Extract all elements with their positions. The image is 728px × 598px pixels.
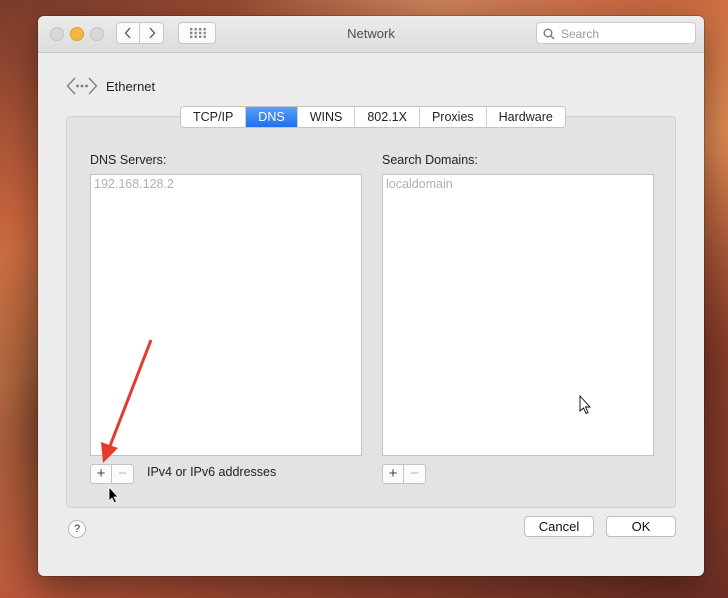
tab-bar: TCP/IP DNS WINS 802.1X Proxies Hardware	[180, 106, 566, 128]
tab-hardware[interactable]: Hardware	[486, 107, 565, 127]
title-bar: Network	[38, 16, 704, 53]
help-button[interactable]: ?	[68, 520, 86, 538]
list-item[interactable]: 192.168.128.2	[91, 175, 361, 193]
remove-dns-server-button[interactable]: −	[112, 464, 134, 484]
list-item[interactable]: localdomain	[383, 175, 653, 193]
tab-wins[interactable]: WINS	[297, 107, 356, 127]
search-icon	[543, 28, 555, 40]
tab-proxies[interactable]: Proxies	[419, 107, 487, 127]
tab-dns[interactable]: DNS	[246, 107, 298, 127]
search-field[interactable]	[536, 22, 696, 44]
cancel-button[interactable]: Cancel	[524, 516, 594, 537]
remove-search-domain-button[interactable]: −	[404, 464, 426, 484]
add-search-domain-button[interactable]: +	[382, 464, 404, 484]
ok-button[interactable]: OK	[606, 516, 676, 537]
dns-servers-label: DNS Servers:	[90, 153, 167, 167]
dns-servers-list[interactable]: 192.168.128.2	[90, 174, 362, 456]
dns-servers-hint: IPv4 or IPv6 addresses	[147, 465, 277, 479]
add-dns-server-button[interactable]: +	[90, 464, 112, 484]
interface-name: Ethernet	[106, 78, 156, 94]
tab-tcpip[interactable]: TCP/IP	[181, 107, 247, 127]
search-domains-label: Search Domains:	[382, 153, 478, 167]
network-preferences-window: Network Ethernet TCP/IP DNS WINS 802.1X …	[38, 16, 704, 576]
search-input[interactable]	[559, 25, 693, 43]
interface-header: Ethernet	[66, 76, 155, 96]
search-domains-list[interactable]: localdomain	[382, 174, 654, 456]
tab-8021x[interactable]: 802.1X	[355, 107, 420, 127]
ethernet-icon	[66, 77, 98, 95]
